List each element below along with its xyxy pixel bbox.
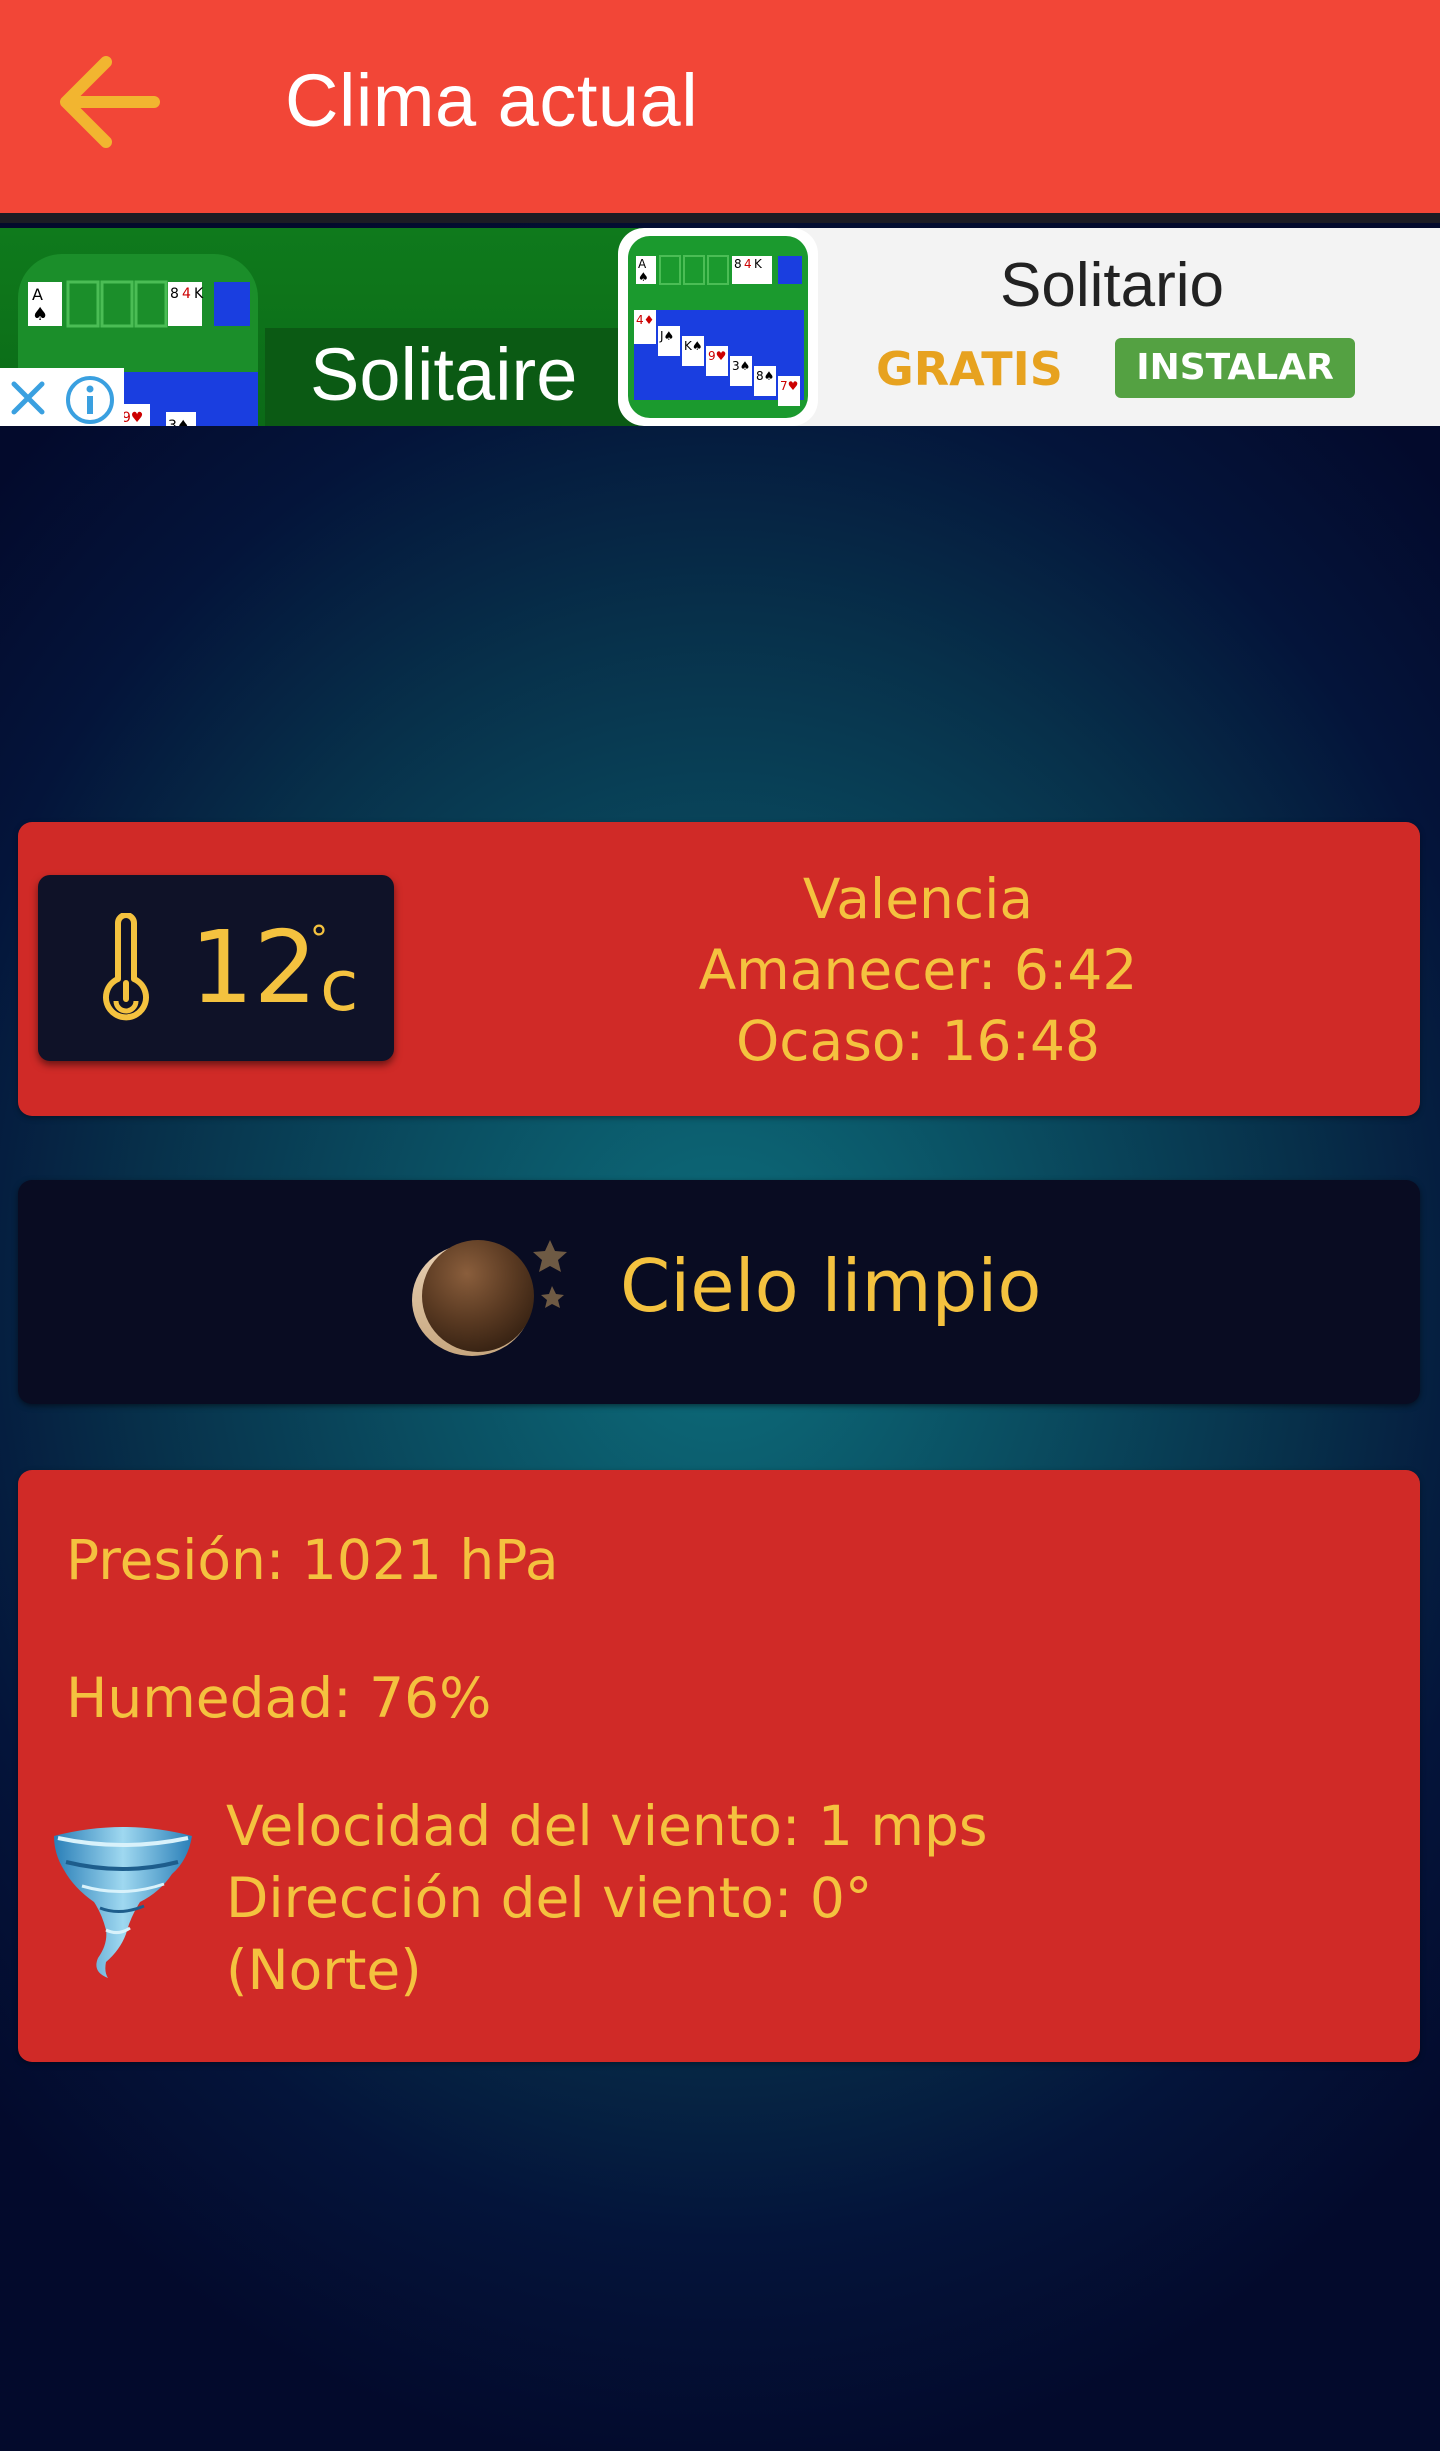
svg-text:♠: ♠ — [32, 304, 48, 325]
wind-direction-name: (Norte) — [226, 1938, 422, 2002]
svg-text:K♠: K♠ — [684, 339, 703, 353]
location-info: Valencia Amanecer: 6:42 Ocaso: 16:48 — [608, 864, 1228, 1077]
wind-speed-text: Velocidad del viento: 1 mps — [226, 1794, 988, 1858]
svg-text:4: 4 — [744, 257, 752, 271]
svg-text:A: A — [638, 257, 647, 271]
ad-app-icon[interactable]: A ♠ 8 4 K 4♦ J♠ K♠ 9♥ 3♠ 8♠ 7♥ — [618, 228, 818, 426]
svg-text:4♦: 4♦ — [636, 313, 654, 327]
sunrise-time: Amanecer: 6:42 — [698, 938, 1138, 1002]
svg-text:A: A — [32, 285, 43, 304]
temperature-box: 12 ° c — [38, 875, 394, 1061]
install-button[interactable]: INSTALAR — [1115, 338, 1355, 398]
svg-text:J♠: J♠ — [659, 329, 674, 343]
svg-text:8♠: 8♠ — [756, 369, 774, 383]
tornado-icon — [48, 1822, 198, 1982]
temperature-unit: c — [320, 945, 359, 1027]
arrow-left-icon — [60, 56, 160, 148]
svg-text:9♥: 9♥ — [122, 410, 143, 426]
pressure-text: Presión: 1021 hPa — [66, 1528, 559, 1592]
app-bar: Clima actual — [0, 0, 1440, 223]
wind-direction-text: Dirección del viento: 0° — [226, 1866, 873, 1930]
svg-text:K: K — [754, 257, 763, 271]
svg-text:3♠: 3♠ — [168, 418, 189, 426]
svg-text:4: 4 — [182, 286, 191, 302]
svg-text:♠: ♠ — [638, 270, 649, 284]
svg-text:8: 8 — [734, 257, 742, 271]
page-title: Clima actual — [285, 59, 699, 142]
ad-price-label: GRATIS — [876, 342, 1063, 396]
sunset-time: Ocaso: 16:48 — [735, 1009, 1101, 1073]
svg-text:3♠: 3♠ — [732, 359, 750, 373]
svg-text:7♥: 7♥ — [780, 379, 798, 393]
details-card: Presión: 1021 hPa Humedad: 76% Velocidad… — [18, 1470, 1420, 2062]
svg-text:9♥: 9♥ — [708, 349, 726, 363]
ad-banner-text: Solitaire — [310, 333, 578, 416]
humidity-text: Humedad: 76% — [66, 1666, 492, 1730]
current-weather-card: 12 ° c Valencia Amanecer: 6:42 Ocaso: 16… — [18, 822, 1420, 1116]
info-icon[interactable] — [64, 374, 116, 426]
ad-app-name: Solitario — [1000, 251, 1224, 320]
back-button[interactable] — [50, 50, 170, 160]
condition-card: Cielo limpio — [18, 1180, 1420, 1404]
close-icon[interactable] — [4, 374, 52, 422]
wind-info: Velocidad del viento: 1 mps Dirección de… — [226, 1790, 988, 2006]
svg-text:K: K — [194, 286, 204, 302]
thermometer-icon — [96, 912, 156, 1025]
moon-stars-icon — [400, 1230, 580, 1360]
condition-text: Cielo limpio — [620, 1244, 1042, 1328]
city-name: Valencia — [802, 867, 1034, 931]
temperature-value: 12 — [190, 909, 318, 1026]
ad-banner[interactable]: A ♠ 8 4 K 4♦ 9♥ 3♠ Solit — [0, 228, 1440, 426]
svg-text:8: 8 — [170, 286, 179, 302]
